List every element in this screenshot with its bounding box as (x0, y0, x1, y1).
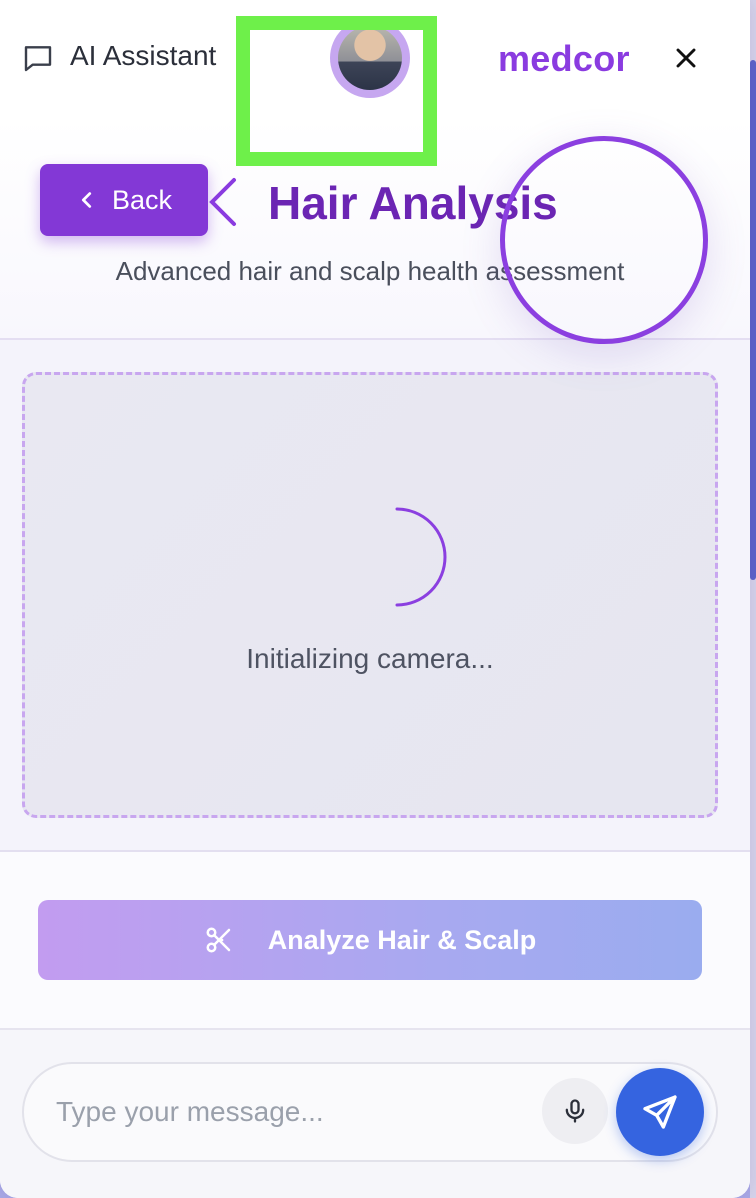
send-icon (643, 1095, 677, 1129)
back-button-label: Back (111, 184, 173, 215)
annotation-highlight-box (236, 16, 437, 166)
brand-logo: medcor (498, 38, 630, 79)
analyze-button-label: Analyze Hair & Scalp (267, 924, 537, 955)
composer-section (0, 1030, 750, 1198)
send-button[interactable] (616, 1068, 704, 1156)
camera-section: Initializing camera... (0, 340, 750, 852)
scissors-icon (206, 927, 230, 953)
back-button[interactable]: Back (40, 164, 208, 236)
assistant-panel: AI Assistant medcor Back Hair Analysis A… (0, 0, 750, 1198)
composer (22, 1062, 718, 1162)
camera-status-text: Initializing camera... (246, 643, 494, 674)
chat-bubble-icon (24, 46, 52, 72)
loading-spinner-icon (395, 507, 447, 607)
analyze-section: Analyze Hair & Scalp (0, 852, 750, 1030)
annotation-focus-ring (500, 136, 708, 344)
scrollbar-thumb[interactable] (750, 60, 756, 580)
assistant-title: AI Assistant (70, 40, 217, 71)
analyze-hair-scalp-button[interactable]: Analyze Hair & Scalp (38, 900, 702, 980)
microphone-button[interactable] (542, 1078, 608, 1144)
scrollbar-track[interactable] (750, 0, 756, 1198)
camera-preview: Initializing camera... (22, 372, 718, 818)
chevron-left-icon (81, 192, 92, 208)
chevron-left-decor-icon (209, 178, 236, 226)
microphone-icon (565, 1099, 585, 1123)
message-input[interactable] (56, 1086, 526, 1138)
close-icon[interactable] (670, 42, 702, 74)
